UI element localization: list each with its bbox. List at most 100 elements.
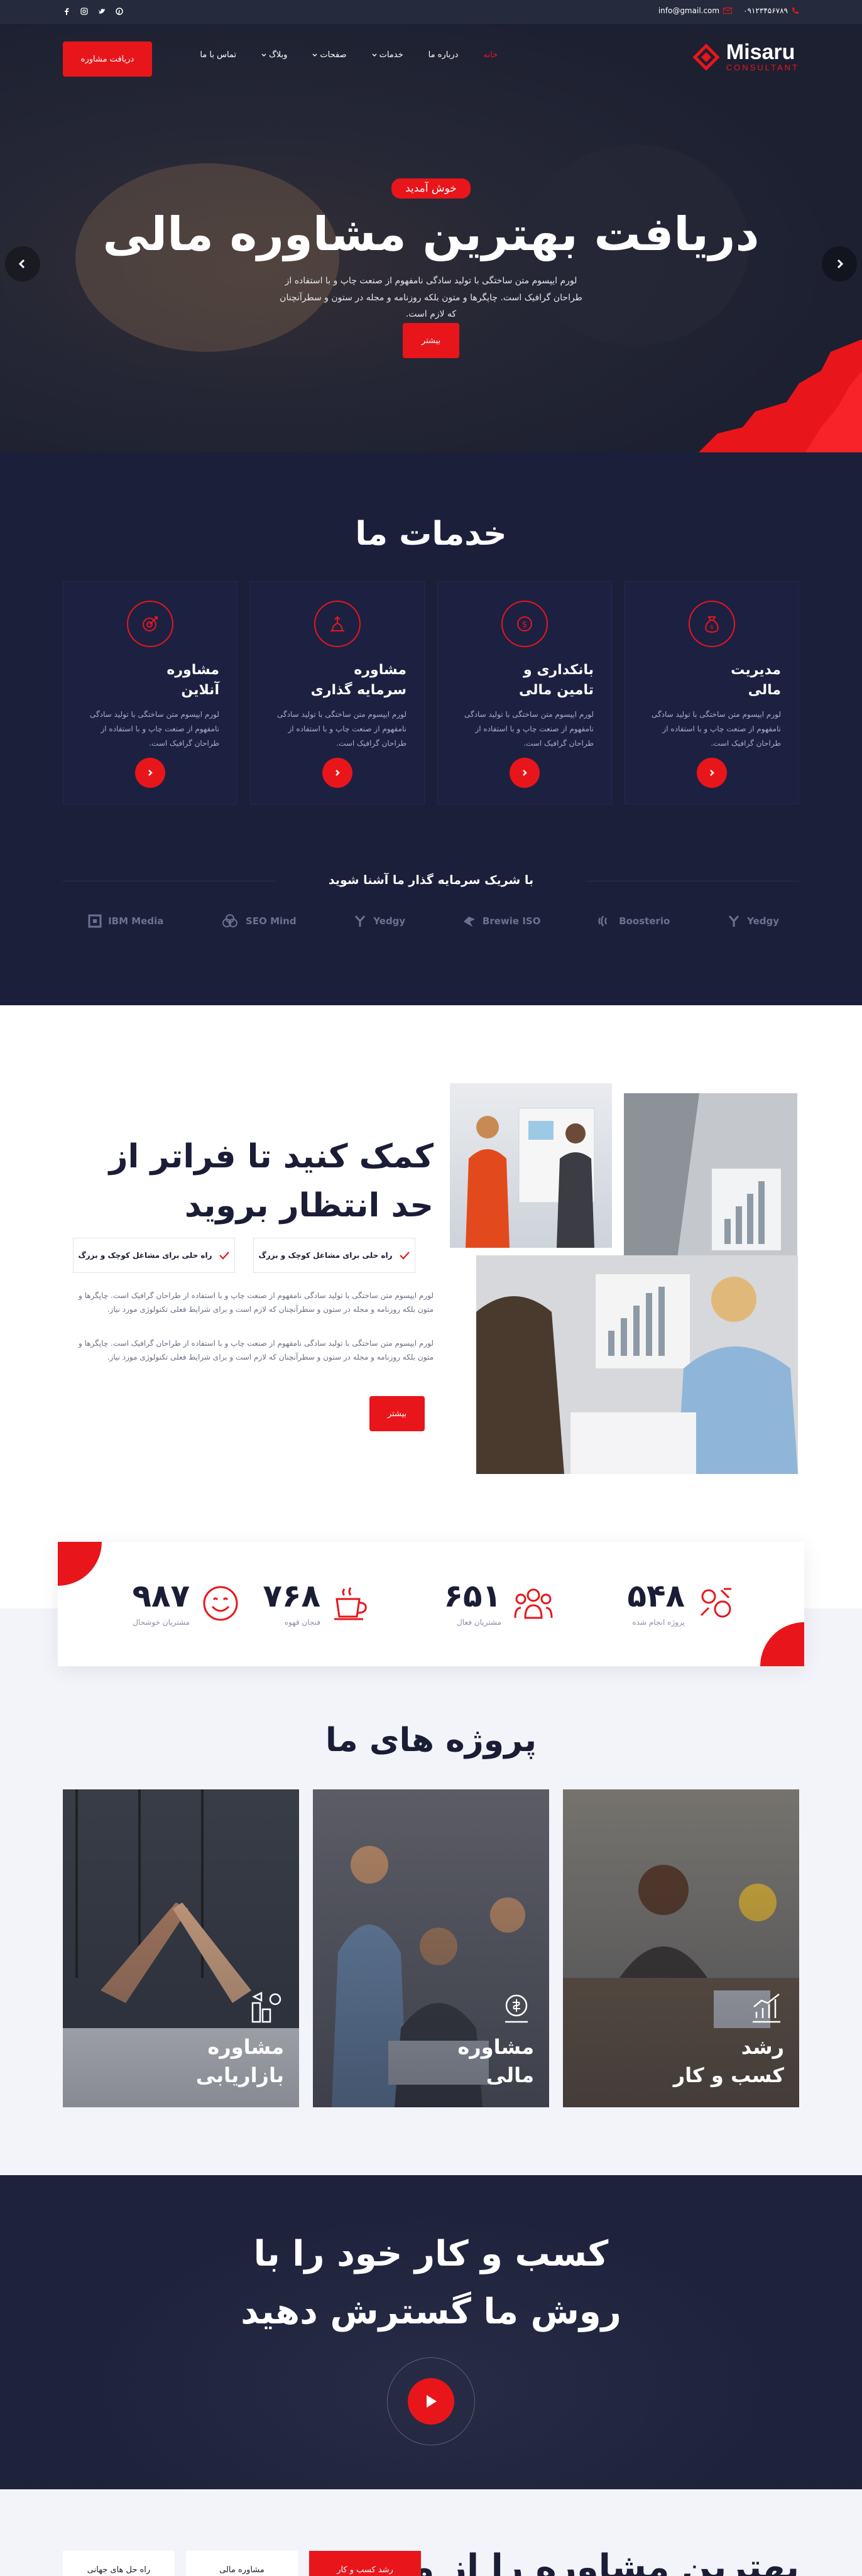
- contact-info: ۰۹۱۲۳۴۵۶۷۸۹ info@gmail.com: [658, 6, 799, 15]
- hero-title: دریافت بهترین مشاوره مالی: [102, 207, 760, 261]
- stat-label: پروژه انجام شده: [632, 1618, 685, 1627]
- svg-text:$: $: [522, 620, 527, 630]
- about-paragraph: لورم ایپسوم متن ساختگی با تولید سادگی نا…: [78, 1339, 434, 1362]
- hero-description: لورم ایپسوم متن ساختگی با تولید سادگی نا…: [280, 276, 582, 320]
- nav-blog[interactable]: وبلاگ: [261, 50, 287, 60]
- tab-financial-consulting[interactable]: مشاوره مالی: [186, 2551, 298, 2576]
- square-logo-icon: [88, 914, 102, 928]
- chevron-down-icon: [312, 53, 317, 57]
- nav-services[interactable]: خدمات: [372, 50, 403, 60]
- stat-number: ۵۴۸: [627, 1578, 685, 1614]
- slider-next-button[interactable]: [822, 246, 857, 281]
- service-text: لورم ایپسوم متن ساختگی با تولید سادگی نا…: [464, 710, 594, 748]
- tab-business-growth[interactable]: رشد کسب و کار: [309, 2551, 421, 2576]
- twitter-icon[interactable]: [98, 8, 106, 15]
- investment-icon: [330, 616, 344, 631]
- about-more-button[interactable]: بیشتر: [369, 1396, 425, 1431]
- partner-logo[interactable]: SEO Mind: [221, 914, 297, 928]
- money-bag-icon: $: [705, 616, 719, 633]
- phone[interactable]: ۰۹۱۲۳۴۵۶۷۸۹: [743, 6, 799, 15]
- service-cards: $ مدیریت مالی لورم ایپسوم متن ساختگی با …: [63, 581, 799, 804]
- hero-more-button[interactable]: بیشتر: [403, 323, 459, 358]
- nav-home[interactable]: خانه: [483, 50, 498, 60]
- nav-contact[interactable]: تماس با ما: [200, 50, 236, 60]
- stat-number: ۶۵۱: [444, 1578, 501, 1614]
- tab-global-solutions[interactable]: راه حل های جهانی: [63, 2551, 175, 2576]
- team-icon: [514, 1588, 553, 1619]
- red-brush-decoration: [699, 339, 862, 452]
- mail-icon: [723, 8, 733, 14]
- chevron-down-icon: [372, 53, 377, 57]
- coffee-icon: [334, 1587, 367, 1620]
- service-title: مدیریت مالی: [731, 662, 781, 698]
- service-title: بانکداری و تامین مالی: [519, 662, 594, 698]
- get-consultation-button[interactable]: دریافت مشاوره: [63, 41, 152, 77]
- stat-item: ۶۵۱ مشتریان فعال: [444, 1572, 554, 1635]
- growth-chart-icon: [753, 1994, 780, 2023]
- logo-subtitle: CONSULTANT: [726, 63, 799, 72]
- wave-logo-icon: [598, 915, 608, 927]
- consulting-section: بهترین مشاوره را از ما راه حل های جهانی …: [0, 2489, 862, 2576]
- pinterest-icon[interactable]: [116, 8, 123, 15]
- nav-about[interactable]: درباره ما: [428, 50, 459, 60]
- stats-bar: ۵۴۸ پروژه انجام شده ۶۵۱ مشتریان فعال ۷۶۸ فن…: [58, 1542, 804, 1666]
- top-bar: ۰۹۱۲۳۴۵۶۷۸۹ info@gmail.com: [0, 0, 862, 24]
- marketing-icon: [251, 1991, 281, 2023]
- projects-title: پروژه های ما: [325, 1722, 537, 1759]
- hero-badge: خوش آمدید: [391, 178, 471, 199]
- partner-logo[interactable]: Yedgy: [353, 914, 405, 928]
- partner-logo[interactable]: Boosterio: [597, 914, 670, 928]
- play-icon: [427, 2395, 437, 2408]
- partner-logo[interactable]: Brewie ISO: [462, 914, 540, 928]
- services-section: خدمات ما $ مدیریت مالی لورم ایپسوم متن س…: [0, 452, 862, 1005]
- service-text: لورم ایپسوم متن ساختگی با تولید سادگی نا…: [651, 710, 781, 748]
- project-card[interactable]: رشد کسب و کار: [563, 1789, 799, 2107]
- consulting-tabs: راه حل های جهانی مشاوره مالی رشد کسب و ک…: [63, 2551, 421, 2576]
- email[interactable]: info@gmail.com: [658, 6, 733, 15]
- check-icon: [219, 1252, 229, 1260]
- svg-text:$: $: [710, 625, 714, 631]
- main-nav: خانه درباره ما خدمات صفحات وبلاگ تماس با…: [200, 50, 498, 60]
- stat-label: مشتریان خوشحال: [133, 1618, 190, 1627]
- chevron-right-icon: [710, 770, 714, 776]
- stat-number: ۹۸۷: [132, 1578, 190, 1614]
- feature-badge: راه حلی برای مشاغل کوچک و بزرگ: [253, 1238, 415, 1273]
- slider-prev-button[interactable]: [5, 246, 40, 281]
- chevron-down-icon: [261, 53, 266, 57]
- project-card[interactable]: مشاوره مالی: [313, 1789, 549, 2107]
- service-title: مشاوره آنلاین: [166, 662, 219, 698]
- project-name: رشد کسب و کار: [673, 2035, 784, 2087]
- bird-logo-icon: [463, 917, 475, 927]
- project-name: مشاوره بازاریابی: [195, 2035, 284, 2087]
- about-paragraph: لورم ایپسوم متن ساختگی با تولید سادگی نا…: [78, 1291, 434, 1314]
- service-title: مشاوره سرمایه گذاری: [310, 662, 406, 698]
- feature-badge: راه حلی برای مشاغل کوچک و بزرگ: [73, 1238, 235, 1273]
- service-link-button[interactable]: [322, 758, 352, 788]
- logo-icon: [692, 43, 720, 71]
- chevron-right-icon: [523, 770, 527, 776]
- service-card[interactable]: $ مدیریت مالی لورم ایپسوم متن ساختگی با …: [625, 581, 799, 804]
- chevron-right-icon: [837, 259, 844, 269]
- video-title: کسب و کار خود را با روش ما گسترش دهید: [241, 2234, 621, 2333]
- service-card[interactable]: مشاوره آنلاین لورم ایپسوم متن ساختگی با …: [63, 581, 237, 804]
- service-card[interactable]: $ بانکداری و تامین مالی لورم ایپسوم متن …: [437, 581, 612, 804]
- partner-logo[interactable]: Yedgy: [727, 914, 779, 928]
- service-link-button[interactable]: [510, 758, 540, 788]
- site-header: Misaru CONSULTANT خانه درباره ما خدمات ص…: [0, 24, 862, 93]
- service-card[interactable]: مشاوره سرمایه گذاری لورم ایپسوم متن ساخت…: [250, 581, 425, 804]
- play-video-button[interactable]: [387, 2357, 475, 2445]
- video-section: کسب و کار خود را با روش ما گسترش دهید: [0, 2175, 862, 2489]
- target-icon: [143, 616, 158, 631]
- partner-logo[interactable]: IBM Media: [88, 914, 163, 928]
- service-link-button[interactable]: [135, 758, 165, 788]
- nav-pages[interactable]: صفحات: [312, 50, 347, 60]
- facebook-icon[interactable]: [63, 8, 70, 15]
- instagram-icon[interactable]: [80, 8, 88, 15]
- finance-icon: [505, 1994, 528, 2023]
- chevron-right-icon: [336, 770, 340, 776]
- logo[interactable]: Misaru CONSULTANT: [692, 41, 799, 72]
- meeting-photo: [450, 1083, 612, 1248]
- project-card[interactable]: مشاوره بازاریابی: [63, 1789, 299, 2107]
- office-photo: [624, 1093, 797, 1282]
- service-link-button[interactable]: [697, 758, 727, 788]
